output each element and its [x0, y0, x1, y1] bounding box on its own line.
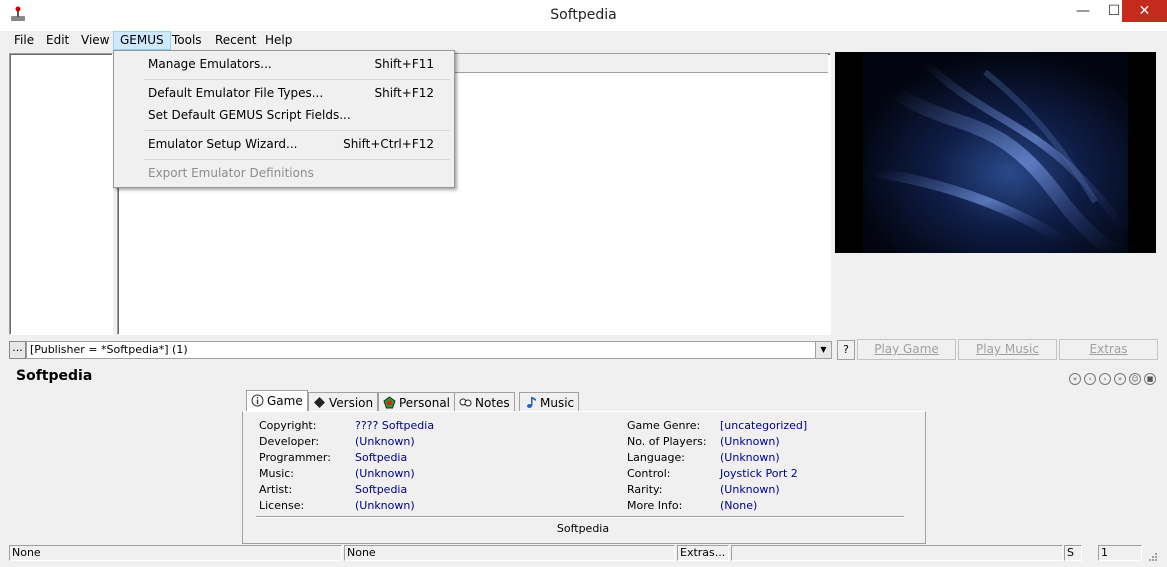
- play-game-button[interactable]: Play Game: [857, 339, 956, 360]
- menu-item-label: Default Emulator File Types...: [148, 86, 324, 100]
- status-cell-2: None: [344, 545, 675, 561]
- tab-version-label: Version: [329, 396, 374, 410]
- status-cell-4: [731, 545, 1063, 561]
- music-value[interactable]: (Unknown): [355, 467, 415, 480]
- genre-label: Game Genre:: [627, 419, 701, 432]
- tab-version[interactable]: Version: [308, 392, 379, 413]
- control-value[interactable]: Joystick Port 2: [720, 467, 798, 480]
- developer-label: Developer:: [259, 435, 320, 448]
- menu-item-label: Manage Emulators...: [148, 57, 272, 71]
- rarity-label: Rarity:: [627, 483, 663, 496]
- menu-item-default-file-types[interactable]: Default Emulator File Types... Shift+F12: [114, 82, 454, 104]
- help-button[interactable]: ?: [837, 340, 855, 360]
- previous-icon[interactable]: ‹: [1084, 373, 1096, 385]
- players-label: No. of Players:: [627, 435, 707, 448]
- tab-personal[interactable]: Personal: [378, 392, 456, 413]
- menu-separator: [144, 130, 450, 131]
- artist-label: Artist:: [259, 483, 293, 496]
- language-value[interactable]: (Unknown): [720, 451, 780, 464]
- menu-edit[interactable]: Edit: [40, 31, 75, 50]
- artist-value[interactable]: Softpedia: [355, 483, 407, 496]
- programmer-value[interactable]: Softpedia: [355, 451, 407, 464]
- game-title: Softpedia: [16, 368, 93, 384]
- tab-music[interactable]: Music: [519, 392, 580, 413]
- license-value[interactable]: (Unknown): [355, 499, 415, 512]
- copyright-value[interactable]: ???? Softpedia: [355, 419, 434, 432]
- navigation-icons: «‹ ›» ☺ ■: [1069, 370, 1159, 385]
- license-label: License:: [259, 499, 305, 512]
- genre-value[interactable]: [uncategorized]: [720, 419, 807, 432]
- tab-notes[interactable]: Notes: [454, 392, 515, 413]
- menu-item-setup-wizard[interactable]: Emulator Setup Wizard... Shift+Ctrl+F12: [114, 133, 454, 155]
- notes-icon: [459, 398, 472, 407]
- screenshot-preview[interactable]: [835, 52, 1156, 253]
- more-info-label: More Info:: [627, 499, 683, 512]
- filter-browse-button[interactable]: ...: [9, 341, 26, 359]
- status-cell-1: None: [9, 545, 342, 561]
- resize-grip-icon[interactable]: [1146, 550, 1158, 562]
- music-label: Music:: [259, 467, 295, 480]
- menu-file[interactable]: File: [8, 31, 40, 50]
- more-info-value[interactable]: (None): [720, 499, 757, 512]
- last-icon[interactable]: »: [1114, 373, 1126, 385]
- tab-personal-label: Personal: [399, 396, 451, 410]
- menu-gemus[interactable]: GEMUS: [113, 31, 171, 50]
- menu-recent[interactable]: Recent: [209, 31, 262, 50]
- tab-game-label: Game: [267, 394, 303, 408]
- smiley-icon[interactable]: ☺: [1129, 373, 1141, 385]
- chevron-down-icon[interactable]: ▼: [815, 342, 831, 358]
- menu-item-manage-emulators[interactable]: Manage Emulators... Shift+F11: [114, 53, 454, 75]
- status-cell-s: S: [1064, 545, 1082, 561]
- title-bar: Softpedia — ☐ ✕: [0, 0, 1167, 31]
- close-button[interactable]: ✕: [1122, 0, 1167, 22]
- panel-footer: Softpedia: [556, 522, 610, 535]
- language-label: Language:: [627, 451, 685, 464]
- control-label: Control:: [627, 467, 671, 480]
- screenshot-image: [835, 52, 1156, 253]
- tab-music-label: Music: [540, 396, 575, 410]
- menu-item-label: Emulator Setup Wizard...: [148, 137, 298, 151]
- personal-icon: [383, 396, 396, 409]
- menu-separator: [144, 79, 450, 80]
- first-icon[interactable]: «: [1069, 373, 1081, 385]
- menu-view[interactable]: View: [75, 31, 115, 50]
- filter-value: [Publisher = *Softpedia*] (1): [30, 343, 188, 356]
- rarity-value[interactable]: (Unknown): [720, 483, 780, 496]
- filter-combobox[interactable]: [Publisher = *Softpedia*] (1) ▼: [26, 341, 832, 359]
- tab-game[interactable]: Game: [246, 390, 308, 413]
- next-icon[interactable]: ›: [1099, 373, 1111, 385]
- diamond-icon: [314, 397, 325, 408]
- tab-notes-label: Notes: [475, 396, 510, 410]
- info-icon: [251, 394, 264, 407]
- menu-tools[interactable]: Tools: [166, 31, 208, 50]
- panel-divider: [256, 516, 904, 518]
- status-cell-extras: Extras...: [677, 545, 729, 561]
- music-note-icon: [527, 397, 536, 408]
- menu-item-default-script-fields[interactable]: Set Default GEMUS Script Fields...: [114, 104, 454, 126]
- developer-value[interactable]: (Unknown): [355, 435, 415, 448]
- status-bar: None None Extras... S 1: [0, 544, 1167, 567]
- menu-help[interactable]: Help: [259, 31, 298, 50]
- filter-tree-pane[interactable]: [9, 53, 113, 335]
- menu-item-shortcut: Shift+F11: [374, 57, 434, 71]
- menu-item-shortcut: Shift+Ctrl+F12: [343, 137, 434, 151]
- players-value[interactable]: (Unknown): [720, 435, 780, 448]
- extras-button[interactable]: Extras: [1059, 339, 1158, 360]
- minimize-button[interactable]: —: [1068, 0, 1098, 22]
- play-music-button[interactable]: Play Music: [958, 339, 1057, 360]
- programmer-label: Programmer:: [259, 451, 331, 464]
- copyright-label: Copyright:: [259, 419, 317, 432]
- menu-bar: File Edit View GEMUS Tools Recent Help: [0, 31, 1167, 50]
- menu-item-label: Export Emulator Definitions: [148, 166, 314, 180]
- stop-icon[interactable]: ■: [1144, 373, 1156, 385]
- gemus-dropdown-menu: Manage Emulators... Shift+F11 Default Em…: [113, 50, 455, 188]
- status-cell-count: 1: [1098, 545, 1142, 561]
- menu-item-export-definitions: Export Emulator Definitions: [114, 162, 454, 184]
- menu-item-label: Set Default GEMUS Script Fields...: [148, 108, 351, 122]
- menu-item-shortcut: Shift+F12: [374, 86, 434, 100]
- menu-separator: [144, 159, 450, 160]
- window-title: Softpedia: [550, 7, 617, 23]
